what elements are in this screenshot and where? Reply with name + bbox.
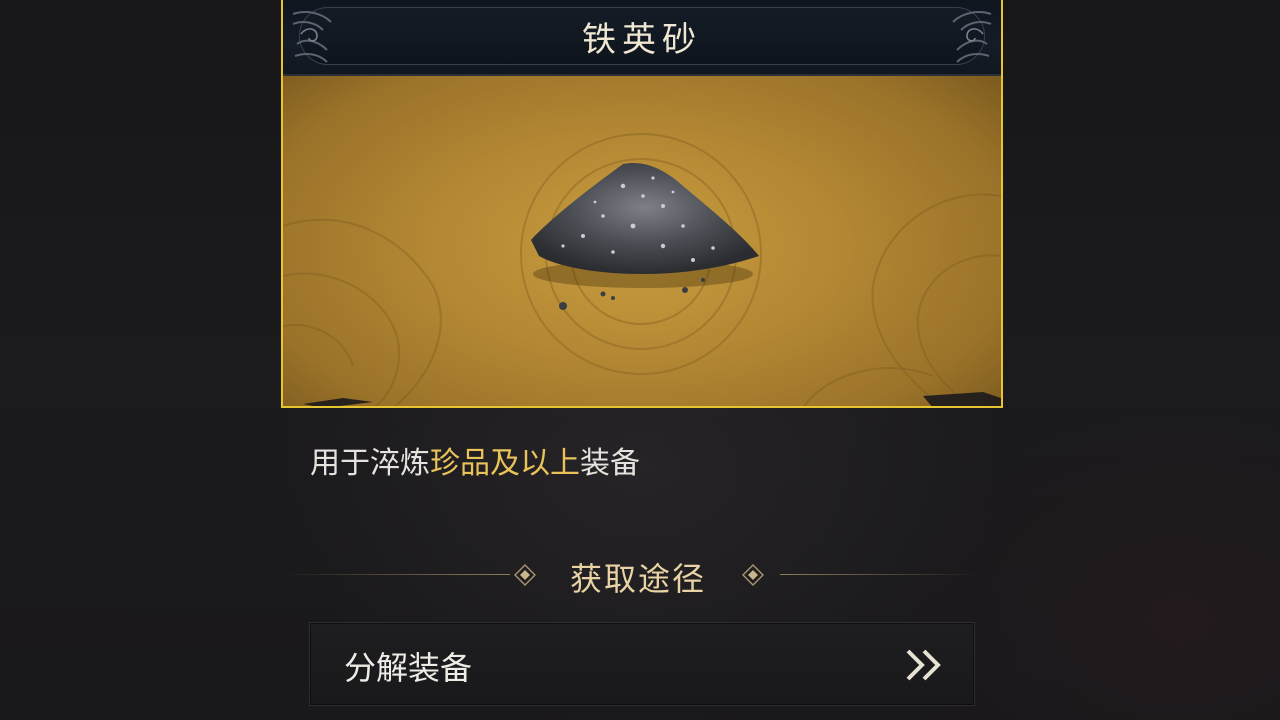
item-detail-screen: 铁英砂 用于淬炼珍品及以上装备 获取途径 分解装备 xyxy=(0,0,1280,720)
source-decompose-equipment-button[interactable]: 分解装备 xyxy=(309,622,975,706)
divider-line-right xyxy=(780,574,980,575)
source-label: 分解装备 xyxy=(344,649,473,687)
divider-line-left xyxy=(280,574,510,575)
item-name-banner: 铁英砂 xyxy=(283,0,1001,76)
diamond-ornament-icon xyxy=(514,564,536,586)
item-artwork xyxy=(283,76,1001,406)
item-name: 铁英砂 xyxy=(582,20,702,60)
description-highlight: 珍品及以上 xyxy=(430,446,580,481)
double-chevron-right-icon xyxy=(906,649,941,681)
acquisition-section-header: 获取途径 xyxy=(280,548,980,602)
item-description: 用于淬炼珍品及以上装备 xyxy=(310,438,640,482)
diamond-ornament-icon xyxy=(742,564,764,586)
iron-sand-pile-icon xyxy=(531,162,759,310)
acquisition-section-title: 获取途径 xyxy=(569,560,706,598)
item-card: 铁英砂 xyxy=(281,0,1003,408)
description-suffix: 装备 xyxy=(580,446,640,481)
description-prefix: 用于淬炼 xyxy=(310,446,430,481)
